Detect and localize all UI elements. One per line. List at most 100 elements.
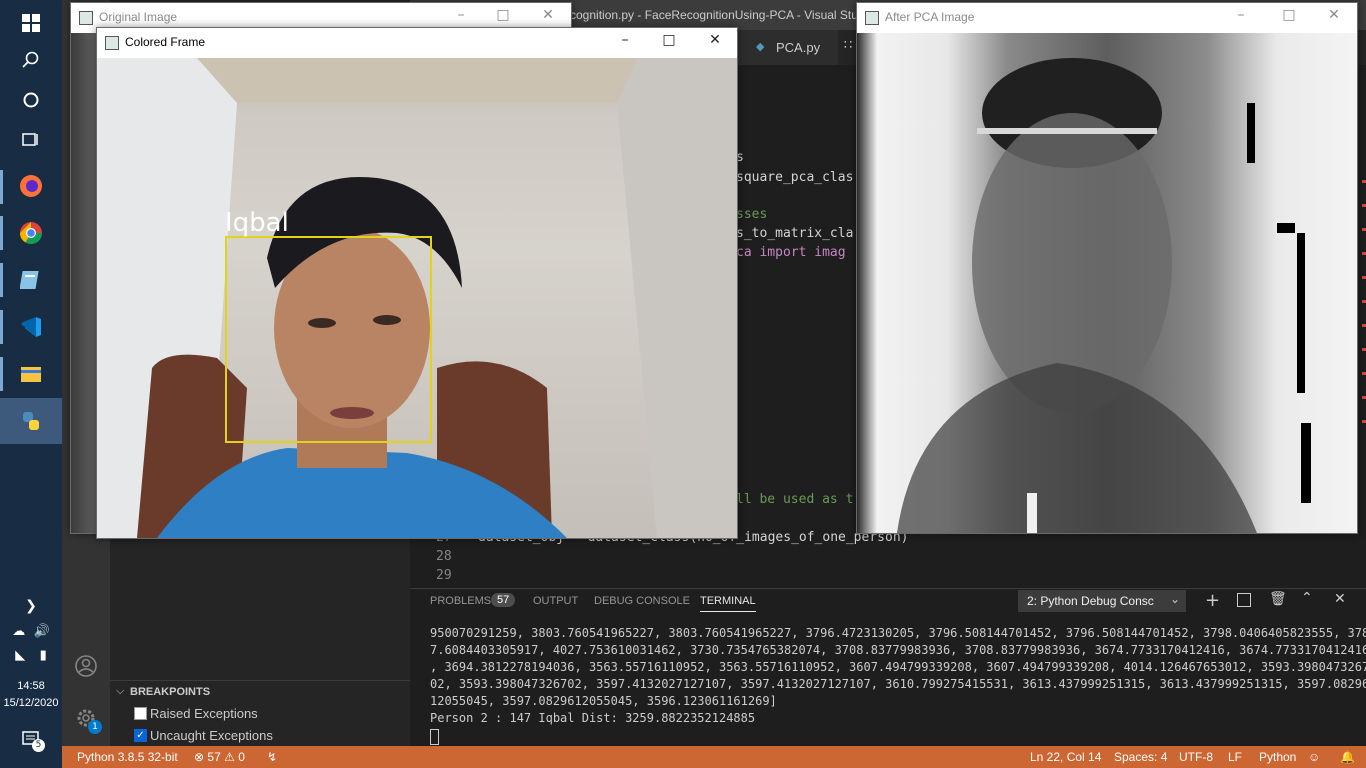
tab-problems[interactable]: PROBLEMS: [430, 595, 491, 607]
tab-output[interactable]: OUTPUT: [533, 595, 578, 607]
clock-time[interactable]: 14:58: [0, 680, 62, 692]
account-icon[interactable]: [74, 654, 98, 678]
new-terminal-icon[interactable]: +: [1205, 590, 1220, 611]
breakpoints-header[interactable]: ⌵ BREAKPOINTS: [110, 680, 410, 703]
action-center-button[interactable]: 5: [0, 717, 62, 763]
chevron-down-icon: ⌄: [1169, 592, 1180, 606]
bell-icon[interactable]: 🔔: [1340, 750, 1355, 764]
minimize-button[interactable]: –: [615, 32, 635, 48]
split-editor-icon[interactable]: ∷: [844, 38, 852, 53]
terminal-select-value: 2: Python Debug Consc: [1027, 594, 1154, 608]
colored-frame-titlebar[interactable]: Colored Frame – □ ✕: [97, 28, 737, 58]
taskbar-firefox[interactable]: [0, 163, 62, 209]
close-button[interactable]: ✕: [705, 32, 725, 48]
indentation[interactable]: Spaces: 4: [1114, 750, 1167, 764]
window-app-icon: [865, 11, 879, 25]
after-pca-titlebar[interactable]: After PCA Image – □ ✕: [857, 3, 1357, 33]
problems-count-badge: 57: [491, 593, 516, 607]
vscode-icon: [21, 317, 41, 337]
face-bounding-box: [225, 236, 432, 443]
cortana-circle-icon: [23, 92, 39, 108]
vscode-window-title: ...cognition.py - FaceRecognitionUsing-P…: [560, 8, 865, 22]
notepad-icon: [20, 271, 39, 289]
minimize-button[interactable]: –: [1231, 7, 1251, 23]
code-fragment: square_pca_clas: [736, 170, 854, 185]
settings-badge: 1: [88, 720, 102, 734]
warning-count: 0: [238, 750, 245, 764]
tab-terminal[interactable]: TERMINAL: [700, 595, 756, 612]
split-terminal-icon[interactable]: [1237, 593, 1251, 607]
battery-icon[interactable]: ▮: [40, 648, 47, 663]
maximize-button[interactable]: □: [1279, 7, 1299, 23]
code-fragment: sses: [736, 207, 768, 222]
line-number: 28: [436, 549, 452, 564]
window-app-icon: [79, 11, 93, 25]
terminal-line: 7.6084403305917, 4027.753610031462, 3730…: [430, 643, 1366, 657]
windows-taskbar: ❯ ☁ 🔊 ◣ ▮ 14:58 15/12/2020 5: [0, 0, 62, 768]
close-panel-icon[interactable]: ✕: [1334, 591, 1346, 607]
search-icon: [22, 51, 39, 68]
tray-row-2: ◣ ▮: [0, 632, 62, 678]
feedback-icon[interactable]: ☺: [1308, 750, 1320, 764]
breakpoint-raised-exceptions[interactable]: Raised Exceptions: [134, 705, 394, 723]
folder-icon: [21, 367, 41, 382]
taskbar-vscode[interactable]: [0, 304, 62, 350]
run-icon[interactable]: ↯: [267, 750, 277, 764]
original-image-title: Original Image: [99, 10, 178, 24]
terminal-line: 12055045, 3597.0829612055045, 3596.12306…: [430, 694, 777, 708]
webcam-frame: Iqbal: [97, 58, 737, 538]
taskbar-app[interactable]: [0, 257, 62, 303]
raised-exceptions-checkbox[interactable]: [134, 707, 147, 720]
python-icon: [23, 412, 39, 430]
notification-count-badge: 5: [32, 739, 45, 752]
windows-logo-icon: [22, 14, 40, 32]
error-count: 57: [207, 750, 221, 764]
terminal-line: , 3694.3812278194036, 3563.55716110952, …: [430, 660, 1366, 674]
maximize-button[interactable]: □: [493, 7, 513, 23]
python-file-icon: ◆: [756, 40, 765, 53]
face-label: Iqbal: [225, 208, 289, 238]
tab-pca-py[interactable]: ◆ PCA.py: [738, 30, 838, 65]
tab-debug-console[interactable]: DEBUG CONSOLE: [594, 595, 690, 607]
close-button[interactable]: ✕: [538, 7, 558, 23]
minimize-button[interactable]: –: [451, 7, 471, 23]
pca-reconstruction-image: [857, 33, 1357, 533]
colored-frame-title: Colored Frame: [125, 35, 206, 49]
maximize-panel-icon[interactable]: ⌃: [1301, 590, 1313, 606]
terminal-cursor: [430, 729, 439, 745]
close-button[interactable]: ✕: [1324, 7, 1344, 23]
cursor-position[interactable]: Ln 22, Col 14: [1030, 750, 1101, 764]
task-view-button[interactable]: [0, 117, 62, 163]
python-interpreter[interactable]: Python 3.8.5 32-bit: [77, 750, 178, 764]
chrome-icon: [20, 222, 42, 244]
terminal-line: Person 2 : 147 Iqbal Dist: 3259.88223521…: [430, 711, 756, 725]
taskbar-file-explorer[interactable]: [0, 351, 62, 397]
encoding[interactable]: UTF-8: [1179, 750, 1213, 764]
vscode-panel: PROBLEMS 57 OUTPUT DEBUG CONSOLE TERMINA…: [410, 588, 1366, 747]
breakpoints-title: BREAKPOINTS: [130, 686, 211, 698]
terminal-select[interactable]: 2: Python Debug Consc ⌄: [1018, 590, 1186, 612]
colored-frame-window[interactable]: Colored Frame – □ ✕ Iqbal: [96, 27, 738, 539]
pca-face-shape: [897, 58, 1311, 533]
taskbar-chrome[interactable]: [0, 210, 62, 256]
task-view-icon: [22, 133, 38, 146]
raised-exceptions-label: Raised Exceptions: [150, 706, 258, 721]
scrollbar-markers: [1362, 180, 1366, 440]
clock-date[interactable]: 15/12/2020: [0, 697, 62, 709]
after-pca-title: After PCA Image: [885, 10, 975, 24]
line-endings[interactable]: LF: [1228, 750, 1242, 764]
after-pca-window[interactable]: After PCA Image – □ ✕: [856, 2, 1358, 534]
code-fragment: ca import imag: [736, 245, 846, 260]
trash-icon[interactable]: 🗑: [1269, 591, 1287, 607]
wifi-icon[interactable]: ◣: [15, 648, 25, 663]
breakpoint-uncaught-exceptions[interactable]: ✓ Uncaught Exceptions: [134, 727, 394, 745]
taskbar-python[interactable]: [0, 398, 62, 444]
terminal-line: 950070291259, 3803.760541965227, 3803.76…: [430, 626, 1366, 640]
vscode-status-bar: Python 3.8.5 32-bit ⊗ 57 ⚠ 0 ↯ Ln 22, Co…: [62, 746, 1366, 768]
problems-status[interactable]: ⊗ 57 ⚠ 0: [194, 750, 245, 764]
terminal-line: 02, 3593.398047326702, 3597.413202712710…: [430, 677, 1366, 691]
maximize-button[interactable]: □: [659, 32, 679, 48]
window-app-icon: [105, 36, 119, 50]
uncaught-exceptions-checkbox[interactable]: ✓: [134, 729, 147, 742]
language-mode[interactable]: Python: [1259, 750, 1296, 764]
